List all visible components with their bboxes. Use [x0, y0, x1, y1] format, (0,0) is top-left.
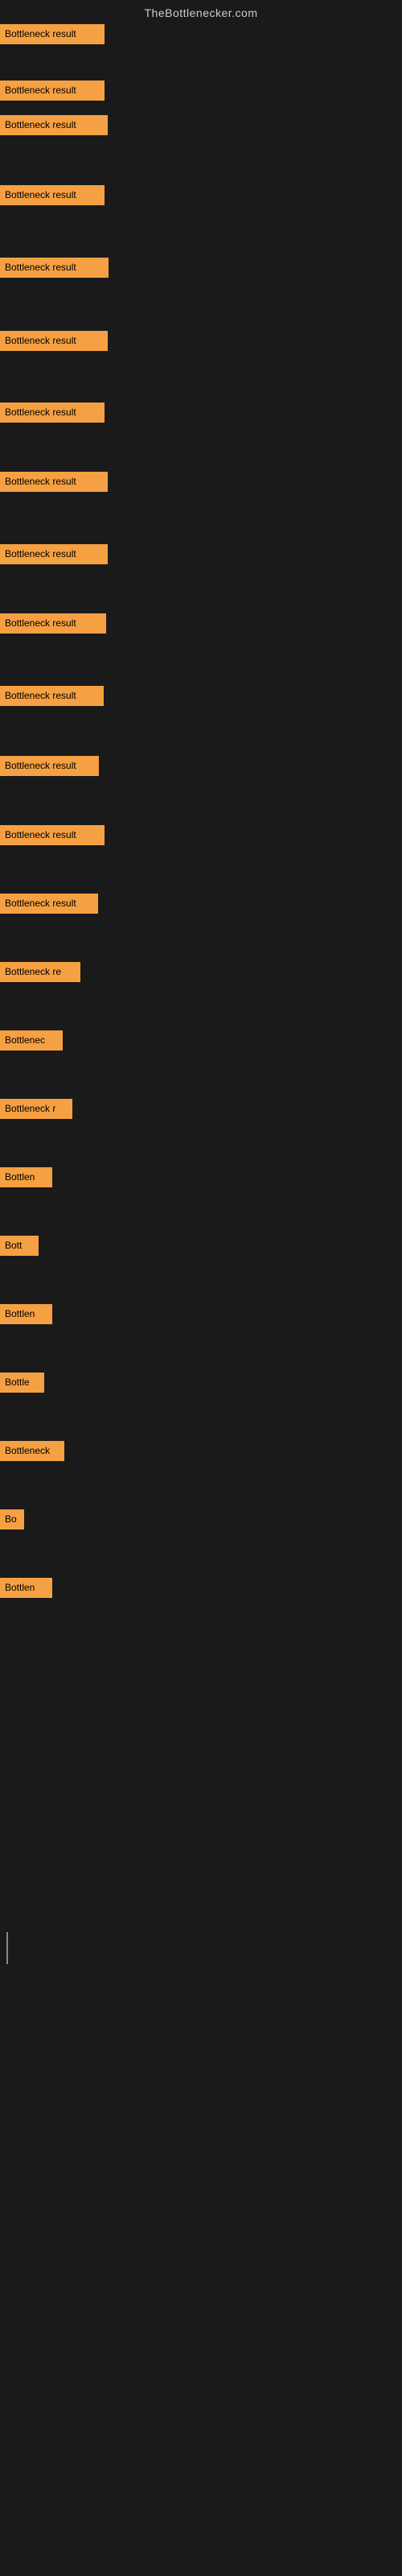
bottleneck-result-item[interactable]: Bottleneck result	[0, 825, 105, 845]
bottleneck-result-item[interactable]: Bottleneck	[0, 1441, 64, 1461]
bottleneck-result-item[interactable]: Bottleneck result	[0, 544, 108, 564]
bottleneck-result-item[interactable]: Bottleneck result	[0, 258, 109, 278]
bottleneck-result-item[interactable]: Bottleneck result	[0, 24, 105, 44]
bottleneck-result-item[interactable]: Bottleneck result	[0, 185, 105, 205]
bottleneck-result-item[interactable]: Bott	[0, 1236, 39, 1256]
bottleneck-result-item[interactable]: Bottle	[0, 1373, 44, 1393]
bottleneck-result-item[interactable]: Bottlen	[0, 1304, 52, 1324]
bottleneck-result-item[interactable]: Bottlenec	[0, 1030, 63, 1051]
cursor-line	[6, 1932, 8, 1964]
bottleneck-result-item[interactable]: Bottleneck result	[0, 115, 108, 135]
bottleneck-result-item[interactable]: Bottleneck result	[0, 686, 104, 706]
site-title: TheBottlenecker.com	[0, 0, 402, 23]
bottleneck-result-item[interactable]: Bo	[0, 1509, 24, 1530]
bottleneck-result-item[interactable]: Bottleneck result	[0, 613, 106, 634]
bottleneck-result-item[interactable]: Bottleneck result	[0, 756, 99, 776]
bottleneck-result-item[interactable]: Bottleneck result	[0, 331, 108, 351]
bottleneck-result-item[interactable]: Bottlen	[0, 1167, 52, 1187]
bottleneck-result-item[interactable]: Bottlen	[0, 1578, 52, 1598]
bottleneck-result-item[interactable]: Bottleneck result	[0, 894, 98, 914]
bottleneck-result-item[interactable]: Bottleneck result	[0, 80, 105, 101]
bottleneck-result-item[interactable]: Bottleneck re	[0, 962, 80, 982]
bottleneck-result-item[interactable]: Bottleneck result	[0, 402, 105, 423]
bottleneck-result-item[interactable]: Bottleneck result	[0, 472, 108, 492]
bottleneck-result-item[interactable]: Bottleneck r	[0, 1099, 72, 1119]
